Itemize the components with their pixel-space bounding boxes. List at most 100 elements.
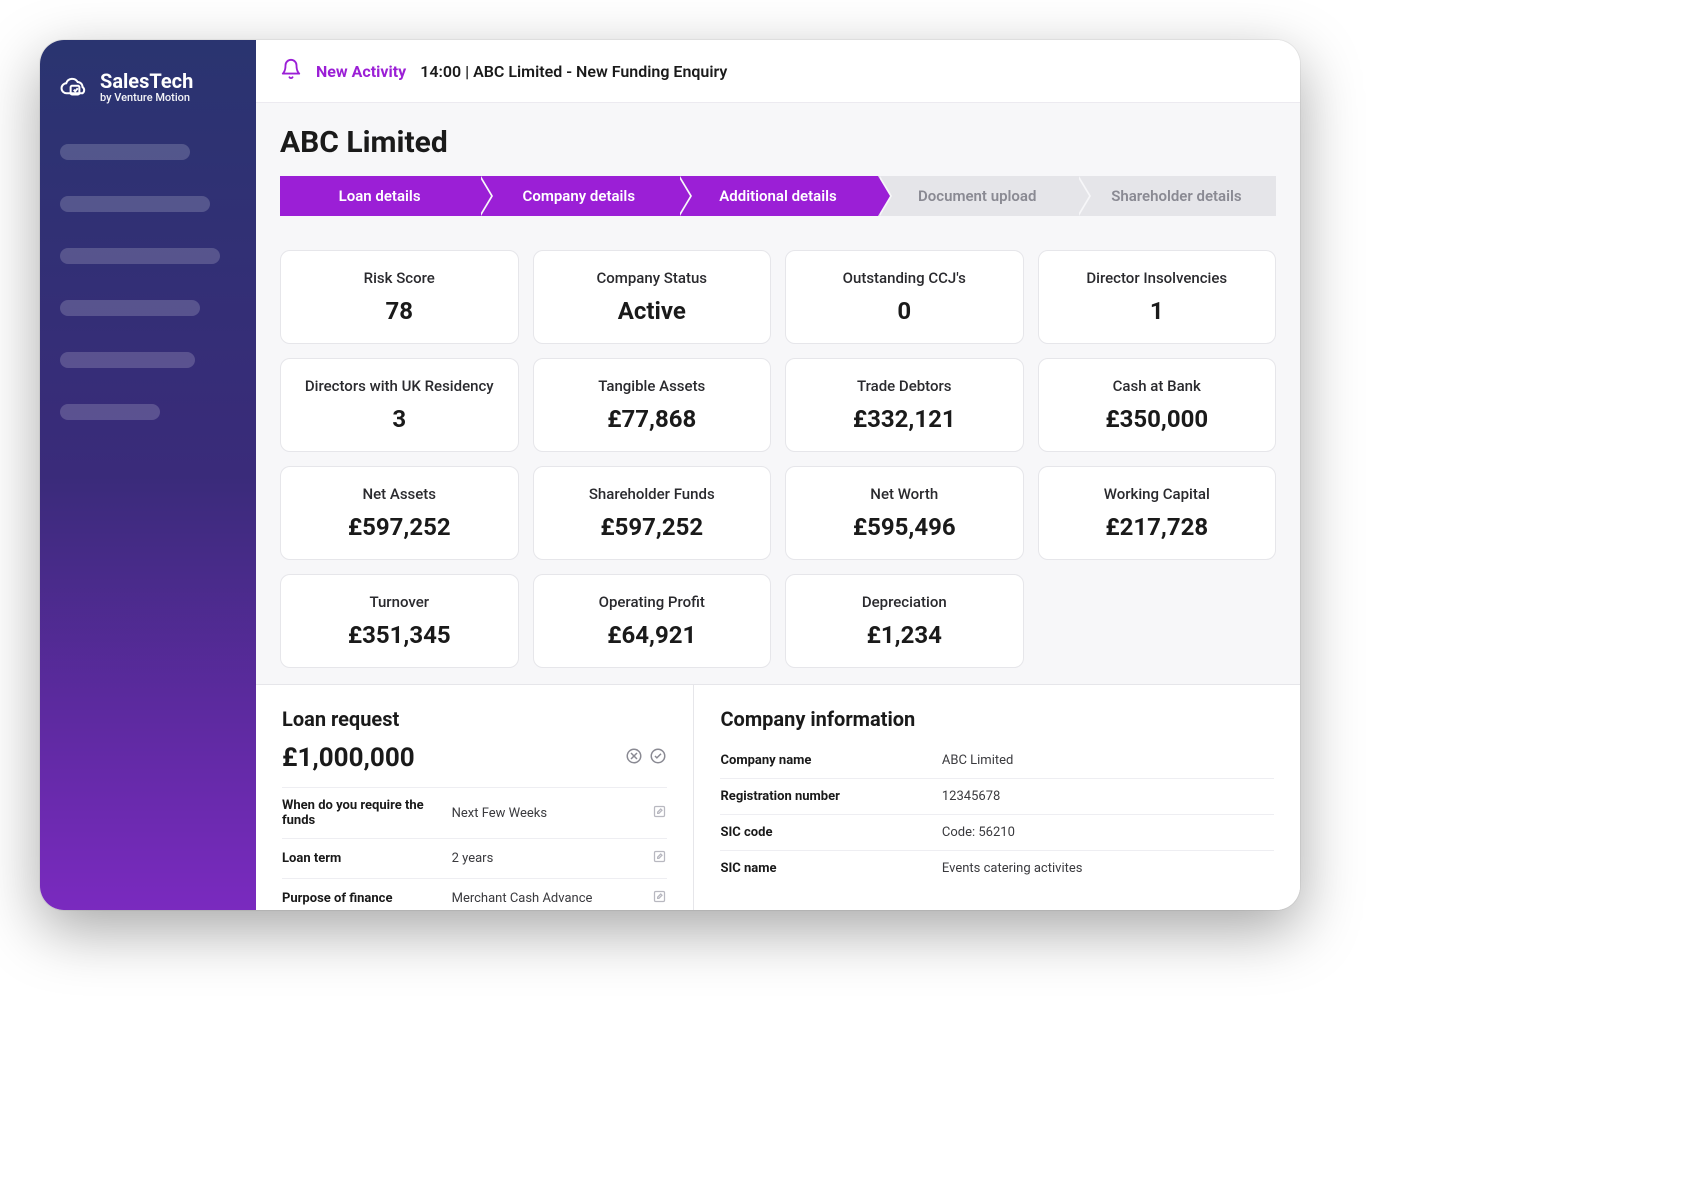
metric-value: 0: [798, 297, 1011, 325]
bottom-panels: Loan request £1,000,000 When do you requ…: [256, 684, 1300, 910]
main-content: New Activity 14:00 | ABC Limited - New F…: [256, 40, 1300, 910]
metric-value: 1: [1051, 297, 1264, 325]
loan-request-title: Loan request: [282, 707, 667, 731]
sidebar-nav: [60, 144, 236, 420]
metric-label: Outstanding CCJ's: [798, 269, 1011, 287]
company-info-row: SIC codeCode: 56210: [720, 815, 1274, 851]
company-info-title: Company information: [720, 707, 1274, 731]
metric-label: Working Capital: [1051, 485, 1264, 503]
edit-icon[interactable]: [652, 889, 667, 908]
metric-value: Active: [546, 297, 759, 325]
step-company-details[interactable]: Company details: [479, 176, 678, 216]
metric-card: Cash at Bank £350,000: [1038, 358, 1277, 452]
brand-name: SalesTech: [100, 70, 193, 92]
edit-icon[interactable]: [652, 804, 667, 823]
page-header: ABC Limited: [256, 103, 1300, 176]
metric-card: Net Worth£595,496: [785, 466, 1024, 560]
brand-tagline: by Venture Motion: [100, 92, 193, 104]
step-loan-details[interactable]: Loan details: [280, 176, 479, 216]
ci-row-value: Events catering activites: [942, 861, 1274, 876]
metric-label: Trade Debtors: [798, 377, 1011, 395]
metric-label: Turnover: [293, 593, 506, 611]
metric-label: Depreciation: [798, 593, 1011, 611]
app-frame: SalesTech by Venture Motion New Activity…: [40, 40, 1300, 910]
metric-label: Directors with UK Residency: [293, 377, 506, 395]
metric-value: 78: [293, 297, 506, 325]
metric-value: £332,121: [798, 405, 1011, 433]
step-shareholder-details[interactable]: Shareholder details: [1077, 176, 1276, 216]
sidebar-item[interactable]: [60, 196, 210, 212]
reject-icon[interactable]: [625, 747, 643, 769]
company-info-row: Registration number12345678: [720, 779, 1274, 815]
loan-request-row: When do you require the fundsNext Few We…: [282, 787, 667, 838]
loan-request-panel: Loan request £1,000,000 When do you requ…: [256, 685, 694, 910]
metric-card: Working Capital £217,728: [1038, 466, 1277, 560]
metric-card: Turnover £351,345: [280, 574, 519, 668]
page-title: ABC Limited: [280, 125, 1276, 160]
ci-row-value: ABC Limited: [942, 753, 1274, 768]
metric-label: Cash at Bank: [1051, 377, 1264, 395]
sidebar-item[interactable]: [60, 404, 160, 420]
notification-text: 14:00 | ABC Limited - New Funding Enquir…: [420, 62, 727, 81]
metric-label: Director Insolvencies: [1051, 269, 1264, 287]
ci-row-label: SIC code: [720, 825, 941, 840]
step-additional-details[interactable]: Additional details: [678, 176, 877, 216]
sidebar: SalesTech by Venture Motion: [40, 40, 256, 910]
loan-row-label: When do you require the funds: [282, 798, 452, 828]
loan-amount: £1,000,000: [282, 743, 415, 773]
notification-label: New Activity: [316, 62, 406, 81]
loan-request-row: Purpose of financeMerchant Cash Advance: [282, 878, 667, 910]
metric-label: Operating Profit: [546, 593, 759, 611]
sidebar-item[interactable]: [60, 300, 200, 316]
loan-row-label: Loan term: [282, 851, 452, 866]
sidebar-item[interactable]: [60, 248, 220, 264]
metric-value: £350,000: [1051, 405, 1264, 433]
loan-row-value: 2 years: [452, 851, 653, 866]
metric-card: Tangible Assets £77,868: [533, 358, 772, 452]
metric-label: Tangible Assets: [546, 377, 759, 395]
approve-icon[interactable]: [649, 747, 667, 769]
metric-card: Risk Score 78: [280, 250, 519, 344]
loan-row-value: Next Few Weeks: [452, 806, 653, 821]
ci-row-label: Company name: [720, 753, 941, 768]
bell-icon: [280, 58, 302, 84]
loan-row-value: Merchant Cash Advance: [452, 891, 653, 906]
loan-request-row: Loan term2 years: [282, 838, 667, 878]
metric-label: Company Status: [546, 269, 759, 287]
metric-card: Depreciation £1,234: [785, 574, 1024, 668]
ci-row-value: 12345678: [942, 789, 1274, 804]
company-info-panel: Company information Company nameABC Limi…: [694, 685, 1300, 910]
ci-row-label: SIC name: [720, 861, 941, 876]
sidebar-item[interactable]: [60, 144, 190, 160]
company-info-row: Company nameABC Limited: [720, 743, 1274, 779]
ci-row-value: Code: 56210: [942, 825, 1274, 840]
metric-card: Net Assets £597,252: [280, 466, 519, 560]
metric-value: £77,868: [546, 405, 759, 433]
metric-value: £217,728: [1051, 513, 1264, 541]
progress-steps: Loan detailsCompany detailsAdditional de…: [280, 176, 1276, 234]
ci-row-label: Registration number: [720, 789, 941, 804]
metric-value: £64,921: [546, 621, 759, 649]
metric-label: Net Assets: [293, 485, 506, 503]
sidebar-item[interactable]: [60, 352, 195, 368]
metric-label: Net Worth: [798, 485, 1011, 503]
cloud-check-icon: [60, 72, 90, 102]
metric-value: 3: [293, 405, 506, 433]
brand-logo[interactable]: SalesTech by Venture Motion: [60, 70, 236, 104]
metric-card: Outstanding CCJ's 0: [785, 250, 1024, 344]
metric-card: Operating Profit £64,921: [533, 574, 772, 668]
metric-value: £1,234: [798, 621, 1011, 649]
metric-label: Shareholder Funds: [546, 485, 759, 503]
metric-value: £351,345: [293, 621, 506, 649]
metric-label: Risk Score: [293, 269, 506, 287]
metric-card: Trade Debtors £332,121: [785, 358, 1024, 452]
metric-value: £597,252: [293, 513, 506, 541]
metrics-grid: Risk Score 78 Company Status Active Outstand…: [256, 234, 1300, 684]
metric-value: £597,252: [546, 513, 759, 541]
step-document-upload[interactable]: Document upload: [878, 176, 1077, 216]
metric-card: Director Insolvencies 1: [1038, 250, 1277, 344]
loan-row-label: Purpose of finance: [282, 891, 452, 906]
edit-icon[interactable]: [652, 849, 667, 868]
notification-bar[interactable]: New Activity 14:00 | ABC Limited - New F…: [256, 40, 1300, 103]
metric-card: Company Status Active: [533, 250, 772, 344]
